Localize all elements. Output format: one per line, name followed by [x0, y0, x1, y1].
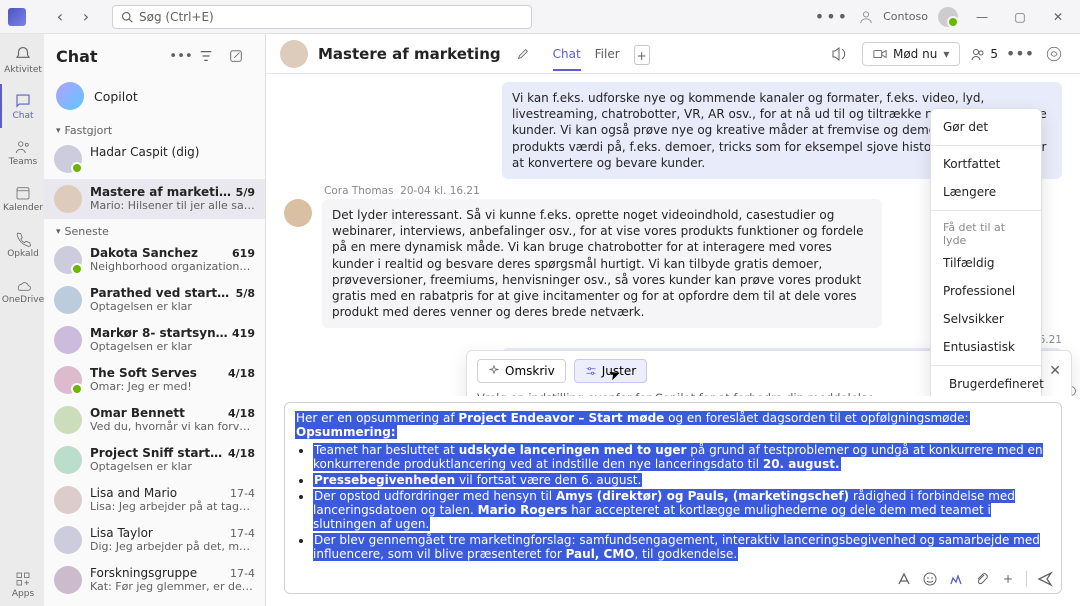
chat-list-panel: Chat ••• Copilot Fastgjort Hadar Caspit …: [44, 34, 266, 606]
window-minimize-button[interactable]: —: [968, 3, 996, 31]
nav-back-button[interactable]: ‹: [48, 5, 72, 29]
left-rail: Aktivitet Chat Teams Kalender Opkald One…: [0, 34, 44, 606]
send-button[interactable]: [1037, 571, 1053, 587]
adjust-option[interactable]: Selvsikker: [931, 305, 1041, 333]
conv-item[interactable]: Markør 8- startsynkronisering419Optagels…: [44, 320, 265, 360]
section-recent[interactable]: Seneste: [44, 219, 265, 240]
copilot-row[interactable]: Copilot: [44, 74, 265, 118]
chat-title: Mastere af marketing: [318, 45, 501, 63]
adjust-option[interactable]: Gør det: [931, 113, 1041, 141]
edit-title-icon[interactable]: [511, 42, 535, 66]
teams-app-icon: [8, 8, 26, 26]
emoji-icon[interactable]: [922, 571, 938, 587]
conv-item[interactable]: Omar Bennett4/18Ved du, hvornår vi kan f…: [44, 400, 265, 440]
adjust-option[interactable]: Længere: [931, 178, 1041, 206]
avatar: [284, 199, 312, 227]
message-list[interactable]: Vi kan f.eks. udforske nye og kommende k…: [266, 74, 1080, 396]
window-maximize-button[interactable]: ▢: [1006, 3, 1034, 31]
search-placeholder: Søg (Ctrl+E): [139, 10, 214, 24]
new-chat-button[interactable]: [229, 44, 253, 68]
avatar: [54, 326, 82, 354]
chat-list-title: Chat: [56, 47, 163, 66]
conv-item[interactable]: Forskningsgruppe17-4Kat: Før jeg glemmer…: [44, 560, 265, 600]
attach-icon[interactable]: [974, 571, 990, 587]
message-bubble: Det lyder interessant. Så vi kunne f.eks…: [322, 199, 882, 328]
compose-box[interactable]: Her er en opsummering af Project Endeavo…: [284, 402, 1062, 594]
rail-onedrive[interactable]: OneDrive: [0, 268, 44, 312]
compose-more-icon[interactable]: +: [1000, 571, 1016, 587]
meet-now-button[interactable]: Mød nu ▾: [862, 42, 960, 66]
conv-item[interactable]: The Soft Serves4/18Omar: Jeg er med!: [44, 360, 265, 400]
nav-forward-button[interactable]: ›: [74, 5, 98, 29]
more-icon[interactable]: •••: [815, 7, 849, 26]
copilot-compose-icon[interactable]: [948, 571, 964, 587]
conv-item[interactable]: Project Sniff starter parathedsgenn…4/18…: [44, 440, 265, 480]
sliders-icon: [585, 365, 597, 377]
title-bar: ‹ › Søg (Ctrl+E) ••• Contoso — ▢ ✕: [0, 0, 1080, 34]
org-icon: [859, 10, 873, 24]
search-icon: [121, 11, 133, 23]
adjust-option[interactable]: Entusiastisk: [931, 333, 1041, 361]
section-pinned[interactable]: Fastgjort: [44, 118, 265, 139]
rail-activity[interactable]: Aktivitet: [0, 38, 44, 82]
format-icon[interactable]: [896, 571, 912, 587]
chat-header: Mastere af marketing Chat Filer + Mød nu…: [266, 34, 1080, 74]
avatar: [54, 486, 82, 514]
avatar: [54, 446, 82, 474]
people-icon: [970, 46, 986, 62]
rail-calls[interactable]: Opkald: [0, 222, 44, 266]
adjust-section-header: Få det til at lyde: [931, 215, 1041, 249]
avatar: [54, 406, 82, 434]
window-close-button[interactable]: ✕: [1044, 3, 1072, 31]
conv-hadar[interactable]: Hadar Caspit (dig): [44, 139, 265, 179]
avatar: [54, 366, 82, 394]
conv-item[interactable]: Lisa Taylor17-4Dig: Jeg arbejder på det,…: [44, 520, 265, 560]
adjust-option[interactable]: Kortfattet: [931, 150, 1041, 178]
chat-main: Mastere af marketing Chat Filer + Mød nu…: [266, 34, 1080, 606]
sparkle-icon: [488, 365, 500, 377]
conv-mastere[interactable]: Mastere af marketing5/9 Mario: Hilsener …: [44, 179, 265, 219]
audio-devices-icon[interactable]: [828, 42, 852, 66]
tab-files[interactable]: Filer: [595, 37, 620, 71]
conv-item[interactable]: Lisa and Mario17-4Lisa: Jeg arbejder på …: [44, 480, 265, 520]
participants-button[interactable]: 5: [970, 46, 998, 62]
chat-header-more-icon[interactable]: •••: [1008, 42, 1032, 66]
chat-filter-button[interactable]: [199, 44, 223, 68]
tab-add[interactable]: +: [634, 45, 650, 65]
rewrite-button[interactable]: Omskriv: [477, 359, 566, 383]
avatar: [54, 246, 82, 274]
avatar: [54, 185, 82, 213]
copilot-icon: [56, 82, 84, 110]
tab-chat[interactable]: Chat: [553, 37, 581, 71]
video-icon: [873, 47, 887, 61]
avatar: [54, 286, 82, 314]
chat-list-more-button[interactable]: •••: [169, 44, 193, 68]
adjust-option[interactable]: Professionel: [931, 277, 1041, 305]
rail-apps[interactable]: Apps: [0, 562, 44, 606]
adjust-option[interactable]: Tilfældig: [931, 249, 1041, 277]
search-box[interactable]: Søg (Ctrl+E): [112, 5, 532, 29]
rail-chat[interactable]: Chat: [0, 84, 44, 128]
adjust-menu: Gør det Kortfattet Længere Få det til at…: [930, 108, 1042, 396]
copilot-pane-icon[interactable]: [1042, 42, 1066, 66]
rail-calendar[interactable]: Kalender: [0, 176, 44, 220]
conv-item[interactable]: Dakota Sanchez619Neighborhood organizati…: [44, 240, 265, 280]
avatar: [54, 145, 82, 173]
me-avatar[interactable]: [938, 7, 958, 27]
avatar: [54, 526, 82, 554]
rail-teams[interactable]: Teams: [0, 130, 44, 174]
conv-item[interactable]: Parathed ved start af Project Avalon5/8O…: [44, 280, 265, 320]
org-name: Contoso: [883, 10, 928, 23]
chat-avatar: [280, 40, 308, 68]
avatar: [54, 566, 82, 594]
rewrite-close-button[interactable]: ✕: [1049, 363, 1061, 379]
adjust-custom[interactable]: Brugerdefineret: [931, 370, 1041, 396]
